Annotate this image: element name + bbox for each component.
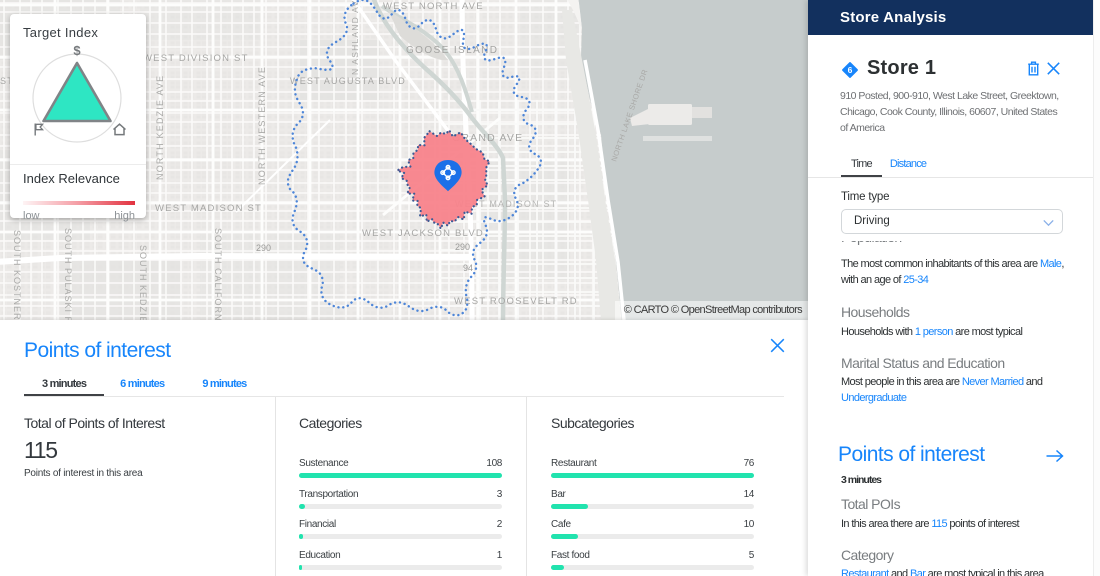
svg-text:WEST DIVISION ST: WEST DIVISION ST [143, 53, 249, 64]
svg-text:$: $ [73, 43, 81, 58]
svg-text:WEST ROOSEVELT RD: WEST ROOSEVELT RD [454, 296, 578, 307]
svg-text:WEST MADISON ST: WEST MADISON ST [155, 203, 262, 214]
svg-text:SOUTH KOSTNER AVE: SOUTH KOSTNER AVE [12, 230, 22, 320]
svg-text:N ASHLAND AVE: N ASHLAND AVE [350, 0, 360, 75]
svg-text:WEST NORTH AVE: WEST NORTH AVE [383, 1, 484, 12]
svg-text:WEST AUGUSTA BLVD: WEST AUGUSTA BLVD [290, 76, 406, 86]
svg-text:290: 290 [256, 243, 271, 253]
svg-text:290: 290 [455, 242, 470, 252]
svg-text:6: 6 [848, 65, 853, 75]
svg-text:SOUTH KEDZIE: SOUTH KEDZIE [138, 245, 148, 320]
svg-text:SOUTH CALIFORNIA AVE: SOUTH CALIFORNIA AVE [213, 228, 223, 320]
svg-text:NORTH KEDZIE AVE: NORTH KEDZIE AVE [155, 75, 165, 180]
svg-text:94: 94 [463, 263, 473, 273]
svg-text:WEST JACKSON BLVD: WEST JACKSON BLVD [362, 228, 484, 239]
svg-text:SOUTH PULASKI RD: SOUTH PULASKI RD [63, 228, 73, 320]
svg-text:NORTH WESTERN AVE: NORTH WESTERN AVE [257, 66, 267, 185]
